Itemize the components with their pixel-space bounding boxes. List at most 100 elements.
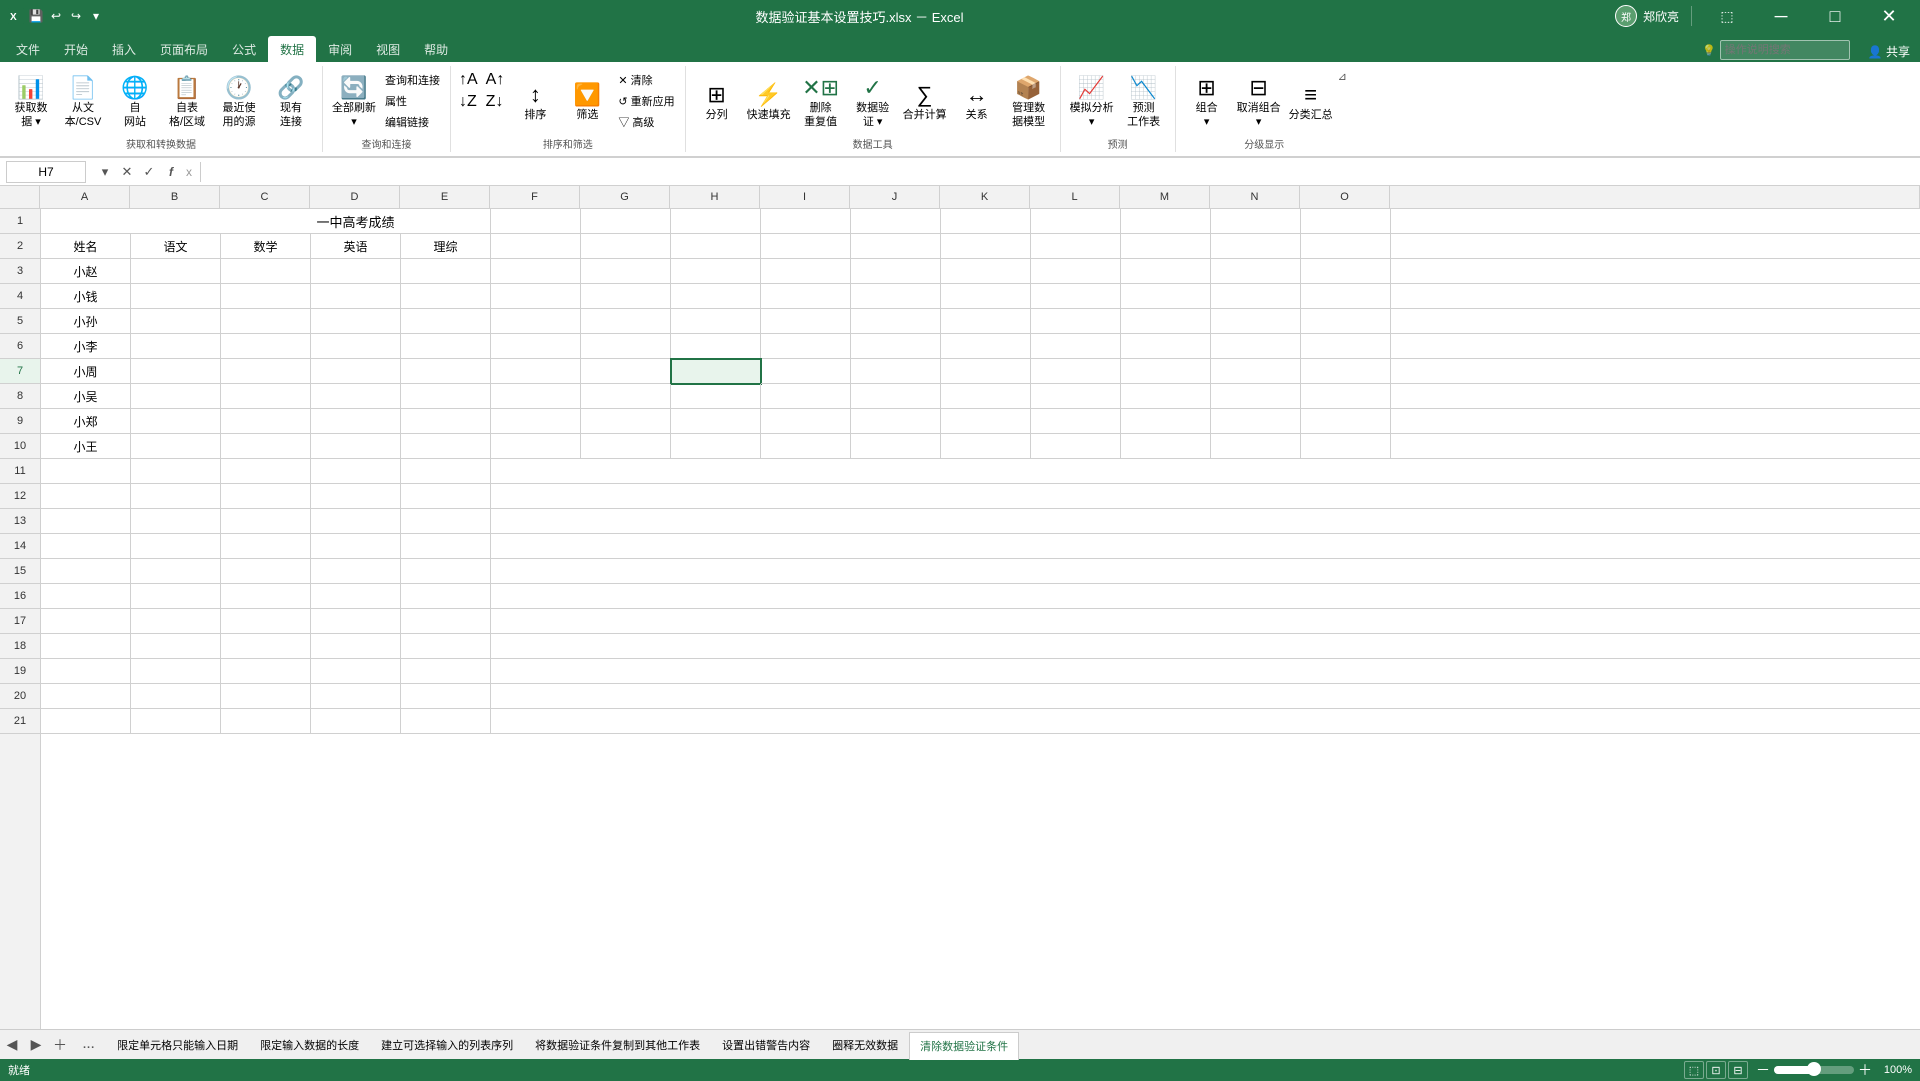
sort-desc-button[interactable]: ↓Z	[457, 92, 480, 112]
cell-B8[interactable]	[131, 384, 221, 409]
cell-G4[interactable]	[581, 284, 671, 309]
sort-az-button[interactable]: A↑	[484, 70, 507, 90]
cell-D6[interactable]	[311, 334, 401, 359]
cell-I2[interactable]	[761, 234, 851, 259]
cell-H9[interactable]	[671, 409, 761, 434]
tab-review[interactable]: 审阅	[316, 36, 364, 62]
cell-G3[interactable]	[581, 259, 671, 284]
cell-O3[interactable]	[1301, 259, 1391, 284]
from-web-button[interactable]: 🌐 自网站	[110, 70, 160, 136]
from-table-button[interactable]: 📋 自表格/区域	[162, 70, 212, 136]
row-header-16[interactable]: 16	[0, 584, 40, 609]
col-header-B[interactable]: B	[130, 186, 220, 208]
cell-M9[interactable]	[1121, 409, 1211, 434]
cell-H5[interactable]	[671, 309, 761, 334]
cell-D4[interactable]	[311, 284, 401, 309]
col-header-H[interactable]: H	[670, 186, 760, 208]
scroll-sheets-right-button[interactable]: ▶	[24, 1033, 48, 1057]
row-header-12[interactable]: 12	[0, 484, 40, 509]
cell-C18[interactable]	[221, 634, 311, 659]
cell-D13[interactable]	[311, 509, 401, 534]
cell-D12[interactable]	[311, 484, 401, 509]
cell-E19[interactable]	[401, 659, 491, 684]
row-header-4[interactable]: 4	[0, 284, 40, 309]
cell-M1[interactable]	[1121, 209, 1211, 234]
cell-N4[interactable]	[1211, 284, 1301, 309]
tab-help[interactable]: 帮助	[412, 36, 460, 62]
cell-C3[interactable]	[221, 259, 311, 284]
row-header-2[interactable]: 2	[0, 234, 40, 259]
cell-C13[interactable]	[221, 509, 311, 534]
cell-H6[interactable]	[671, 334, 761, 359]
cell-E17[interactable]	[401, 609, 491, 634]
cell-O1[interactable]	[1301, 209, 1391, 234]
cell-C15[interactable]	[221, 559, 311, 584]
share-button[interactable]: 👤 共享	[1868, 43, 1910, 60]
tab-view[interactable]: 视图	[364, 36, 412, 62]
cell-C20[interactable]	[221, 684, 311, 709]
cell-B4[interactable]	[131, 284, 221, 309]
relationships-button[interactable]: ↔ 关系	[952, 70, 1002, 136]
cell-L9[interactable]	[1031, 409, 1121, 434]
col-header-O[interactable]: O	[1300, 186, 1390, 208]
cell-A5[interactable]: 小孙	[41, 309, 131, 334]
cell-A10[interactable]: 小王	[41, 434, 131, 459]
cell-B12[interactable]	[131, 484, 221, 509]
row-header-5[interactable]: 5	[0, 309, 40, 334]
cell-F9[interactable]	[491, 409, 581, 434]
reapply-button[interactable]: ↺ 重新应用	[614, 91, 678, 111]
refresh-all-button[interactable]: 🔄 全部刷新▾	[329, 70, 379, 136]
cell-A20[interactable]	[41, 684, 131, 709]
cell-B14[interactable]	[131, 534, 221, 559]
cell-C8[interactable]	[221, 384, 311, 409]
edit-links-button[interactable]: 编辑链接	[381, 112, 444, 132]
cell-J4[interactable]	[851, 284, 941, 309]
cell-B5[interactable]	[131, 309, 221, 334]
cell-H4[interactable]	[671, 284, 761, 309]
cell-A16[interactable]	[41, 584, 131, 609]
save-button[interactable]: 💾	[28, 8, 44, 24]
page-layout-view-button[interactable]: ⊡	[1706, 1061, 1726, 1079]
sort-za-button[interactable]: Z↓	[484, 92, 507, 112]
cell-O9[interactable]	[1301, 409, 1391, 434]
cell-M5[interactable]	[1121, 309, 1211, 334]
properties-button[interactable]: 属性	[381, 91, 444, 111]
cell-L6[interactable]	[1031, 334, 1121, 359]
cell-D7[interactable]	[311, 359, 401, 384]
cell-F3[interactable]	[491, 259, 581, 284]
cell-E11[interactable]	[401, 459, 491, 484]
cell-I1[interactable]	[761, 209, 851, 234]
row-header-3[interactable]: 3	[0, 259, 40, 284]
cell-N2[interactable]	[1211, 234, 1301, 259]
manage-data-model-button[interactable]: 📦 管理数据模型	[1004, 70, 1054, 136]
consolidate-button[interactable]: ∑ 合并计算	[900, 70, 950, 136]
cell-O7[interactable]	[1301, 359, 1391, 384]
zoom-in-button[interactable]: ＋	[1858, 1060, 1872, 1080]
cell-J7[interactable]	[851, 359, 941, 384]
redo-button[interactable]: ↪	[68, 8, 84, 24]
cell-F1[interactable]	[491, 209, 581, 234]
cell-E10[interactable]	[401, 434, 491, 459]
cell-M6[interactable]	[1121, 334, 1211, 359]
cell-M7[interactable]	[1121, 359, 1211, 384]
cell-J2[interactable]	[851, 234, 941, 259]
from-text-csv-button[interactable]: 📄 从文本/CSV	[58, 70, 108, 136]
cell-A3[interactable]: 小赵	[41, 259, 131, 284]
cell-D9[interactable]	[311, 409, 401, 434]
cell-C2[interactable]: 数学	[221, 234, 311, 259]
cell-L8[interactable]	[1031, 384, 1121, 409]
cell-G8[interactable]	[581, 384, 671, 409]
sheet-tab-error[interactable]: 设置出错警告内容	[711, 1031, 821, 1059]
cell-O8[interactable]	[1301, 384, 1391, 409]
group-button[interactable]: ⊞ 组合▾	[1182, 70, 1232, 136]
col-header-M[interactable]: M	[1120, 186, 1210, 208]
cell-D18[interactable]	[311, 634, 401, 659]
col-header-E[interactable]: E	[400, 186, 490, 208]
cell-F2[interactable]	[491, 234, 581, 259]
col-header-A[interactable]: A	[40, 186, 130, 208]
existing-connections-button[interactable]: 🔗 现有连接	[266, 70, 316, 136]
scroll-sheets-left-button[interactable]: ◀	[0, 1033, 24, 1057]
cell-K5[interactable]	[941, 309, 1031, 334]
cell-D5[interactable]	[311, 309, 401, 334]
cell-E9[interactable]	[401, 409, 491, 434]
